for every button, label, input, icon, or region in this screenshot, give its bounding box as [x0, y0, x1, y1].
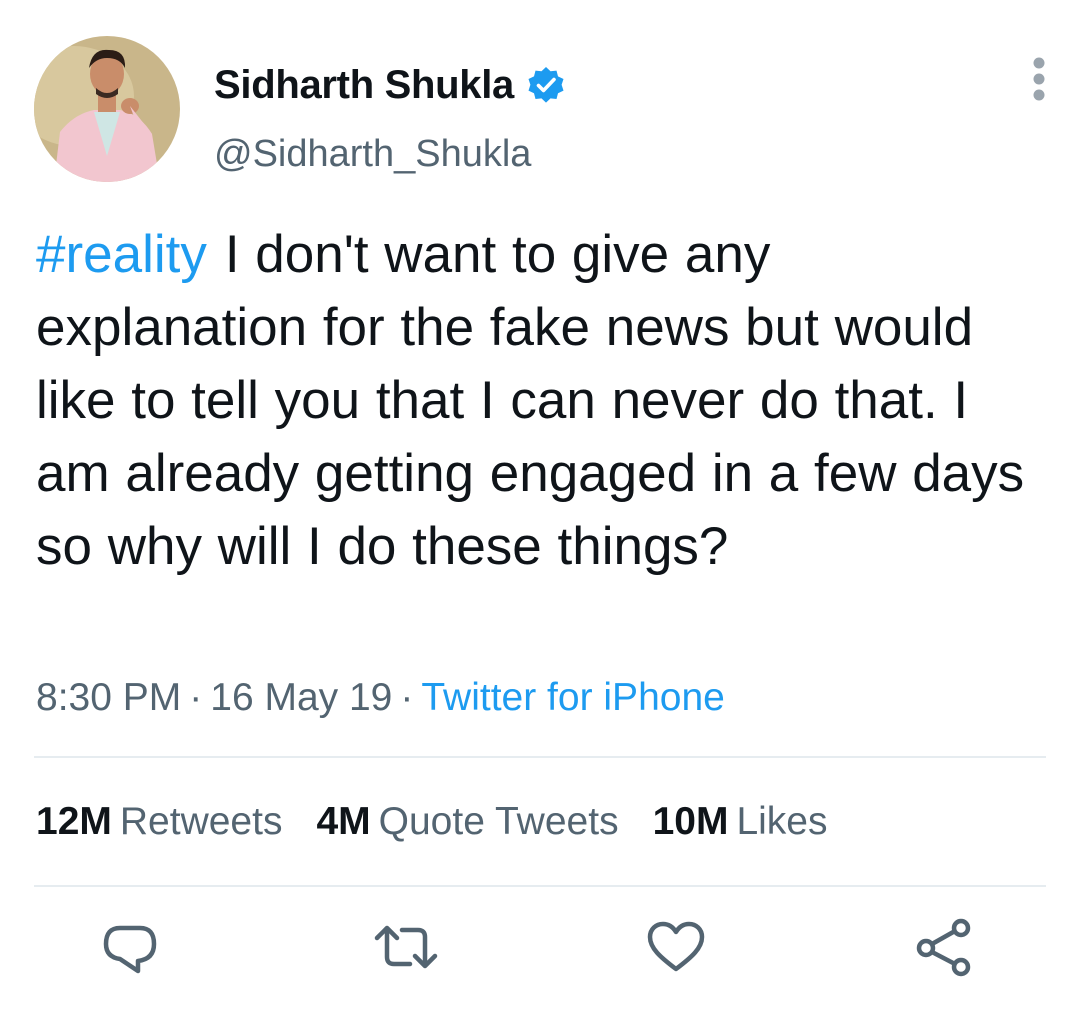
hashtag-link[interactable]: #reality: [36, 225, 207, 284]
stat-label: Retweets: [119, 800, 283, 843]
name-row: Sidharth Shukla: [214, 60, 566, 110]
tweet-stats: 12M Retweets 4M Quote Tweets 10M Likes: [36, 800, 862, 844]
verified-badge-icon: [526, 65, 566, 105]
retweet-icon[interactable]: [374, 915, 438, 979]
meta-separator: ·: [189, 676, 203, 719]
share-icon[interactable]: [912, 915, 976, 979]
stat-count: 4M: [316, 800, 371, 843]
stat-count: 10M: [652, 800, 729, 843]
tweet-text: #reality I don't want to give any explana…: [36, 218, 1046, 583]
divider: [34, 885, 1046, 887]
reply-icon[interactable]: [98, 915, 162, 979]
tweet-source-link[interactable]: Twitter for iPhone: [421, 676, 724, 719]
stat-count: 12M: [36, 800, 112, 843]
stat-label: Quote Tweets: [378, 800, 619, 843]
display-name[interactable]: Sidharth Shukla: [214, 63, 514, 108]
tweet-date[interactable]: 16 May 19: [210, 676, 392, 719]
action-bar: [0, 915, 1080, 985]
heart-icon[interactable]: [644, 915, 708, 979]
retweets-stat[interactable]: 12M Retweets: [36, 800, 282, 844]
likes-stat[interactable]: 10M Likes: [653, 800, 828, 844]
avatar[interactable]: [34, 36, 180, 182]
stat-label: Likes: [736, 800, 828, 843]
tweet-header: Sidharth Shukla @Sidharth_Shukla: [0, 0, 1080, 200]
quote-tweets-stat[interactable]: 4M Quote Tweets: [316, 800, 618, 844]
user-handle[interactable]: @Sidharth_Shukla: [214, 133, 531, 176]
more-vertical-icon[interactable]: [1024, 56, 1054, 102]
tweet-time[interactable]: 8:30 PM: [36, 676, 181, 719]
meta-separator: ·: [400, 676, 414, 719]
divider: [34, 756, 1046, 758]
tweet-meta: 8:30 PM · 16 May 19 · Twitter for iPhone: [36, 676, 725, 720]
